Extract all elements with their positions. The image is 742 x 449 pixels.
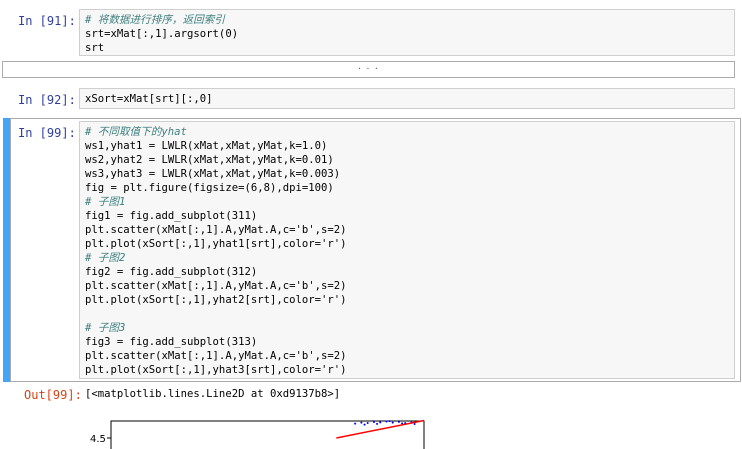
cell-99-editor[interactable]: # 不同取值下的yhat ws1,yhat1 = LWLR(xMat,xMat,… [79,121,735,379]
cell-99-output-text: [<matplotlib.lines.Line2D at 0xd9137b8>] [85,388,341,400]
code-line: ws1,yhat1 = LWLR(xMat,xMat,yMat,k=1.0) [85,140,328,152]
scatter-point [376,422,379,425]
scatter-point [413,423,416,425]
cell-91-editor[interactable]: # 将数据进行排序，返回索引 srt=xMat[:,1].argsort(0) … [79,9,735,56]
collapsed-output-label: · · · [358,64,379,75]
code-line: srt [85,42,105,54]
scatter-point [379,421,382,424]
code-line: ws2,yhat2 = LWLR(xMat,xMat,yMat,k=0.01) [85,154,334,166]
code-line: fig3 = fig.add_subplot(313) [85,336,258,348]
code-comment: # 子图3 [85,322,126,334]
scatter-point [366,422,369,424]
scatter-point [388,420,391,423]
code-line: fig = plt.figure(figsize=(6,8),dpi=100) [85,182,334,194]
code-line: fig2 = fig.add_subplot(312) [85,266,258,278]
code-comment: # 不同取值下的yhat [85,126,187,138]
code-line: plt.scatter(xMat[:,1].A,yMat.A,c='b',s=2… [85,350,347,362]
code-line: plt.scatter(xMat[:,1].A,yMat.A,c='b',s=2… [85,224,347,236]
cell-92-prompt: In [92]: [18,93,76,107]
code-line: plt.scatter(xMat[:,1].A,yMat.A,c='b',s=2… [85,280,347,292]
code-comment: # 子图2 [85,252,126,264]
scatter-point [360,421,363,424]
code-line: plt.plot(xSort[:,1],yhat2[srt],color='r'… [85,294,347,306]
cell-99-output-prompt: Out[99]: [24,388,82,402]
code-line: fig1 = fig.add_subplot(311) [85,210,258,222]
scatter-point [397,420,400,423]
cell-99-prompt: In [99]: [18,126,76,140]
code-line: ws3,yhat3 = LWLR(xMat,xMat,yMat,k=0.003) [85,168,341,180]
code-comment: # 将数据进行排序，返回索引 [85,14,225,26]
code-line: plt.plot(xSort[:,1],yhat3[srt],color='r'… [85,364,347,376]
cell-91-prompt: In [91]: [18,14,76,28]
code-comment: # 子图1 [85,196,126,208]
cell-92-editor[interactable]: xSort=xMat[srt][:,0] [79,88,735,109]
selected-cell-indicator [3,118,10,382]
scatter-point [391,421,394,424]
scatter-point [385,420,388,423]
code-line: plt.plot(xSort[:,1],yhat1[srt],color='r'… [85,238,347,250]
code-line: srt=xMat[:,1].argsort(0) [85,28,239,40]
collapsed-output-expander[interactable]: · · · [2,61,735,78]
plot-marks [336,419,425,439]
plot-axes [110,420,425,449]
scatter-point [363,423,366,426]
code-line: xSort=xMat[srt][:,0] [85,93,213,105]
ytick-label: 4.5 [90,434,106,445]
scatter-point [372,421,375,423]
output-plot: 4.5 [90,419,425,449]
scatter-point [354,422,357,425]
